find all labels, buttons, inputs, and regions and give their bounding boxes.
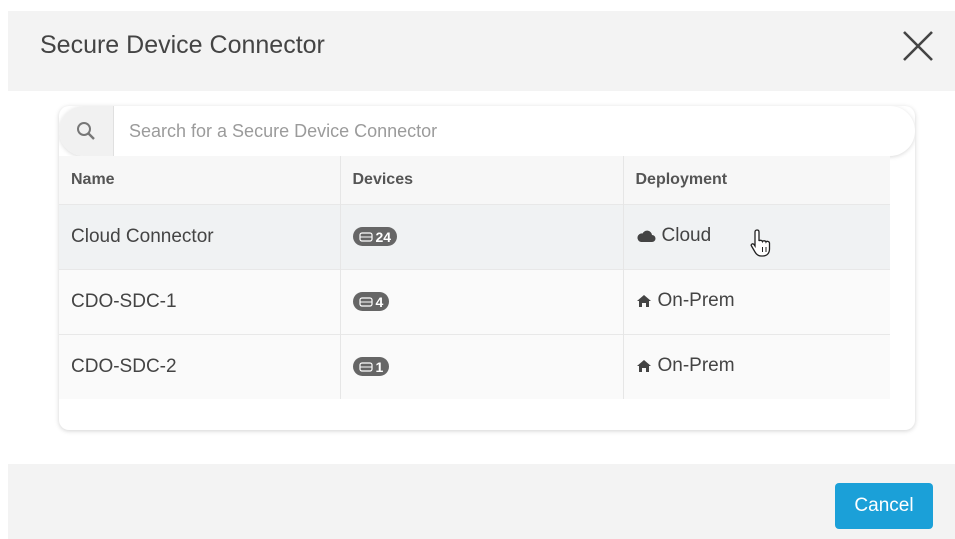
column-header-deployment[interactable]: Deployment bbox=[623, 156, 890, 204]
row-deployment: On-Prem bbox=[623, 333, 890, 399]
hand-pointer-icon bbox=[749, 228, 775, 258]
row-devices: 1 bbox=[340, 333, 624, 399]
device-count-badge: 24 bbox=[352, 227, 398, 246]
search-bar bbox=[59, 106, 915, 156]
connector-table: Name Devices Deployment Cloud Connector … bbox=[59, 156, 890, 399]
column-header-name[interactable]: Name bbox=[59, 156, 341, 204]
column-header-devices[interactable]: Devices bbox=[340, 156, 624, 204]
row-devices: 4 bbox=[340, 268, 624, 334]
device-icon bbox=[358, 231, 373, 242]
table-header-row: Name Devices Deployment bbox=[59, 156, 890, 204]
dialog-header: Secure Device Connector bbox=[8, 11, 955, 91]
close-icon[interactable] bbox=[899, 27, 937, 65]
device-count-badge: 4 bbox=[352, 292, 390, 311]
table-row[interactable]: CDO-SDC-2 1 On-Prem bbox=[59, 333, 890, 399]
cancel-button[interactable]: Cancel bbox=[835, 483, 933, 529]
row-deployment: On-Prem bbox=[623, 268, 890, 334]
secure-device-connector-dialog: Secure Device Connector Name Devices Dep… bbox=[0, 0, 955, 539]
cloud-icon bbox=[636, 230, 655, 242]
device-icon bbox=[358, 296, 373, 307]
device-count-badge: 1 bbox=[352, 357, 390, 377]
search-input[interactable] bbox=[129, 119, 829, 143]
home-icon bbox=[636, 359, 651, 372]
row-name: CDO-SDC-2 bbox=[59, 333, 341, 399]
row-name: CDO-SDC-1 bbox=[59, 268, 341, 334]
row-name: Cloud Connector bbox=[59, 203, 341, 269]
connector-list-card: Name Devices Deployment Cloud Connector … bbox=[59, 106, 915, 430]
dialog-footer: Cancel bbox=[8, 464, 955, 539]
search-icon bbox=[59, 106, 114, 156]
table-row[interactable]: CDO-SDC-1 4 On-Prem bbox=[59, 268, 890, 334]
device-icon bbox=[358, 362, 373, 372]
home-icon bbox=[636, 294, 651, 307]
dialog-title: Secure Device Connector bbox=[40, 31, 325, 59]
row-devices: 24 bbox=[340, 203, 624, 269]
